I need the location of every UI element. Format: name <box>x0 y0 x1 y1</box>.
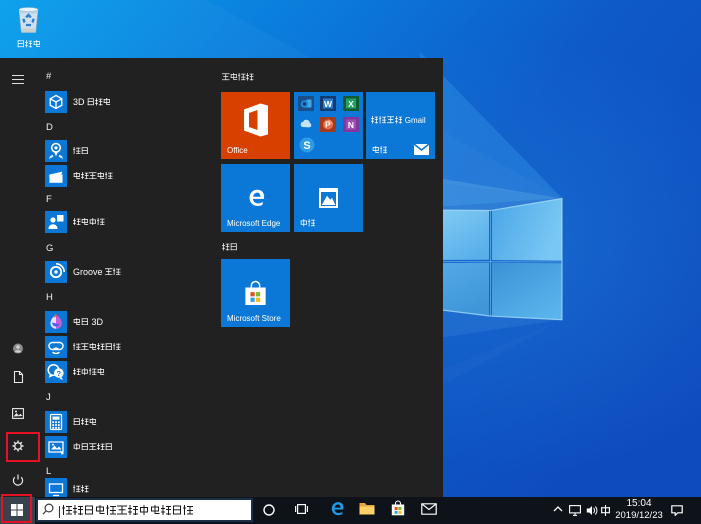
svg-text:W: W <box>324 99 333 109</box>
svg-text:P: P <box>325 120 331 129</box>
svg-text:S: S <box>303 140 310 152</box>
svg-text:N: N <box>347 120 353 130</box>
svg-text:X: X <box>348 99 354 109</box>
svg-text:?: ? <box>57 368 62 377</box>
